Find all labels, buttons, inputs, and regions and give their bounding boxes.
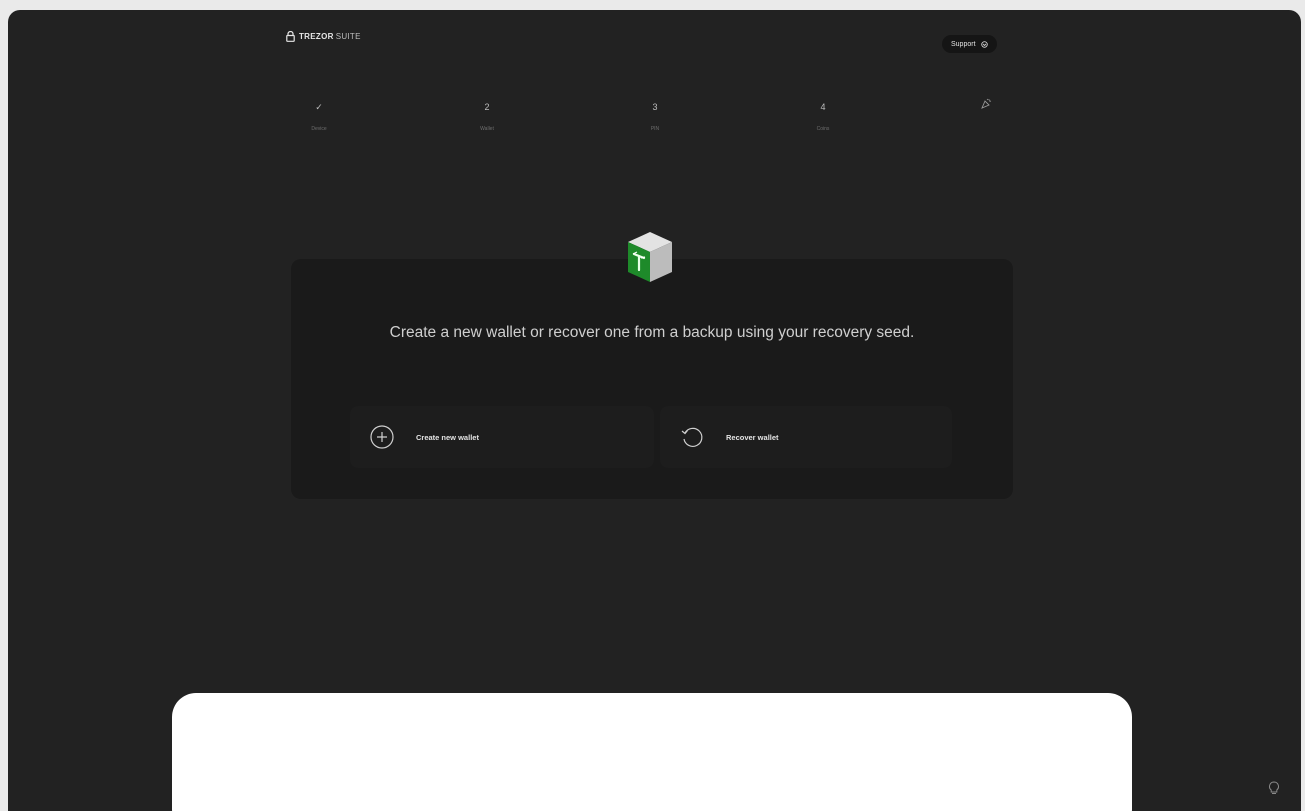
recover-icon bbox=[678, 423, 706, 451]
step-label: Coins bbox=[816, 126, 830, 132]
step-label: Wallet bbox=[480, 126, 494, 132]
create-new-wallet-label: Create new wallet bbox=[416, 432, 479, 442]
step-device: ✓ Device bbox=[289, 98, 349, 132]
step-label: PIN bbox=[650, 126, 660, 132]
onboarding-window: TREZOR SUITE Support ✓ Device 2 Wallet 3 … bbox=[8, 10, 1301, 811]
bottom-panel bbox=[172, 693, 1132, 811]
support-label: Support bbox=[951, 40, 976, 48]
step-number: 2 bbox=[484, 102, 490, 112]
trezor-suite-logo: TREZOR SUITE bbox=[286, 31, 361, 42]
step-label: Device bbox=[311, 126, 327, 132]
confetti-icon bbox=[956, 98, 1016, 116]
lightbulb-icon[interactable] bbox=[1266, 780, 1282, 796]
logo-suffix: SUITE bbox=[335, 32, 361, 41]
step-coins: 4 Coins bbox=[793, 98, 853, 132]
recover-wallet-label: Recover wallet bbox=[726, 432, 779, 442]
logo-brand: TREZOR bbox=[299, 32, 334, 41]
step-number: 4 bbox=[820, 102, 826, 112]
onboarding-progress: ✓ Device 2 Wallet 3 PIN 4 Coins bbox=[8, 98, 1301, 158]
step-pin: 3 PIN bbox=[625, 98, 685, 132]
chevron-down-icon bbox=[980, 40, 988, 48]
create-new-wallet-button[interactable]: Create new wallet bbox=[350, 406, 654, 468]
plus-circle-icon bbox=[368, 423, 396, 451]
step-number: 3 bbox=[652, 102, 658, 112]
trezor-device-illustration bbox=[628, 232, 672, 282]
recover-wallet-button[interactable]: Recover wallet bbox=[660, 406, 952, 468]
logo-text: TREZOR SUITE bbox=[299, 32, 361, 41]
step-check-icon: ✓ bbox=[315, 102, 323, 112]
step-final bbox=[956, 98, 1016, 126]
header: TREZOR SUITE Support bbox=[8, 10, 1301, 74]
trezor-lock-icon bbox=[286, 31, 295, 42]
support-button[interactable]: Support bbox=[942, 35, 997, 53]
step-wallet: 2 Wallet bbox=[457, 98, 517, 132]
page-headline: Create a new wallet or recover one from … bbox=[389, 324, 915, 341]
